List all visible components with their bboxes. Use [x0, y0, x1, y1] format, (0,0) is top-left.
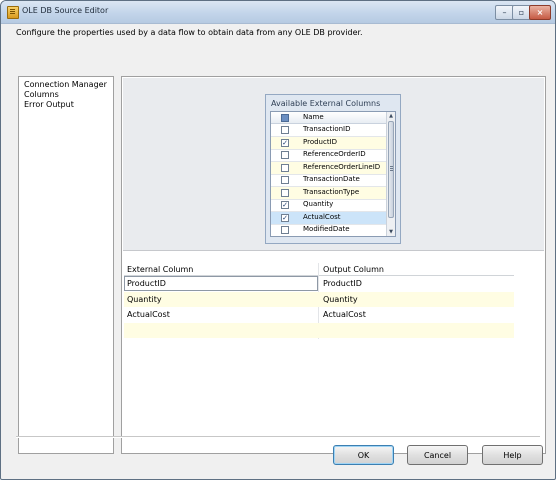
column-checkbox[interactable] — [281, 151, 289, 159]
nav-item-error-output[interactable]: Error Output — [24, 100, 74, 110]
navigation-panel: Connection Manager Columns Error Output — [18, 76, 114, 454]
external-column-cell[interactable]: ProductID — [124, 276, 316, 291]
column-checkbox[interactable]: ✓ — [281, 201, 289, 209]
available-column-row[interactable]: ReferenceOrderID — [271, 149, 386, 162]
available-external-columns-box: Available External Columns Name Transact… — [265, 94, 401, 244]
output-column-cell[interactable]: Quantity — [320, 292, 514, 307]
available-column-row[interactable]: TransactionDate — [271, 174, 386, 187]
table-row[interactable]: ProductID ProductID — [124, 276, 514, 291]
output-column-cell[interactable]: ActualCost — [320, 307, 514, 322]
window-title: OLE DB Source Editor — [22, 6, 109, 15]
external-column-cell[interactable]: Quantity — [124, 292, 316, 307]
available-column-row[interactable]: ✓ Quantity — [271, 199, 386, 212]
table-row[interactable]: ActualCost ActualCost — [124, 307, 514, 322]
available-columns-list: Name TransactionID ✓ ProductID ReferenceOrd… — [270, 111, 396, 237]
list-header: Name — [271, 112, 386, 124]
designer-area: Available External Columns Name Transact… — [123, 78, 544, 251]
grip-icon — [390, 166, 393, 167]
columns-page: Available External Columns Name Transact… — [121, 76, 546, 454]
dialog-client-area: Configure the properties used by a data … — [1, 24, 555, 479]
output-column-cell[interactable]: ProductID — [320, 276, 514, 291]
table-row[interactable]: Quantity Quantity — [124, 291, 514, 307]
column-name: TransactionDate — [303, 175, 360, 183]
list-scrollbar[interactable]: ▲ ▼ — [386, 112, 395, 236]
column-name: ProductID — [303, 137, 338, 146]
grid-header: External Column Output Column — [124, 263, 514, 276]
cancel-button[interactable]: Cancel — [407, 445, 468, 465]
footer-divider — [16, 436, 540, 438]
column-checkbox[interactable] — [281, 163, 289, 172]
external-column-cell[interactable] — [124, 323, 316, 338]
scroll-thumb[interactable] — [388, 121, 394, 218]
external-column-cell[interactable]: ActualCost — [124, 307, 316, 322]
app-icon — [7, 6, 19, 19]
column-name: ModifiedDate — [303, 225, 350, 233]
dialog-description: Configure the properties used by a data … — [16, 28, 363, 37]
column-checkbox[interactable] — [281, 226, 289, 234]
column-checkbox[interactable]: ✓ — [281, 213, 289, 222]
scroll-down-arrow-icon[interactable]: ▼ — [387, 228, 395, 236]
title-bar[interactable]: OLE DB Source Editor – ▫ × — [1, 1, 555, 24]
column-checkbox[interactable] — [281, 176, 289, 184]
column-name: ReferenceOrderLineID — [303, 162, 381, 171]
column-name: TransactionType — [303, 187, 360, 196]
column-checkbox[interactable] — [281, 126, 289, 134]
help-button[interactable]: Help — [482, 445, 543, 465]
available-column-row[interactable]: ModifiedDate — [271, 224, 386, 236]
scroll-up-arrow-icon[interactable]: ▲ — [387, 112, 395, 120]
column-name: TransactionID — [303, 125, 351, 133]
ole-db-source-editor-window: OLE DB Source Editor – ▫ × Configure the… — [0, 0, 556, 480]
column-name: ReferenceOrderID — [303, 150, 366, 158]
nav-item-connection-manager[interactable]: Connection Manager — [24, 80, 107, 90]
available-column-row[interactable]: TransactionType — [271, 186, 386, 200]
output-column-cell[interactable] — [320, 323, 514, 338]
column-checkbox[interactable]: ✓ — [281, 138, 289, 147]
column-checkbox[interactable] — [281, 188, 289, 197]
available-column-row[interactable]: ✓ ActualCost — [271, 211, 386, 225]
ok-button[interactable]: OK — [333, 445, 394, 465]
external-column-header[interactable]: External Column — [127, 265, 193, 274]
available-column-row[interactable]: TransactionID — [271, 124, 386, 137]
available-column-row[interactable]: ✓ ProductID — [271, 136, 386, 150]
select-all-checkbox[interactable] — [281, 114, 289, 122]
output-column-header[interactable]: Output Column — [323, 265, 384, 274]
available-column-row[interactable]: ReferenceOrderLineID — [271, 161, 386, 175]
list-header-name: Name — [303, 113, 324, 121]
nav-item-columns[interactable]: Columns — [24, 90, 59, 100]
column-name: Quantity — [303, 200, 334, 208]
close-button[interactable]: × — [529, 5, 551, 20]
column-name: ActualCost — [303, 212, 341, 221]
table-row[interactable] — [124, 322, 514, 338]
available-columns-title: Available External Columns — [271, 99, 381, 108]
column-mapping-grid: External Column Output Column ProductID P… — [124, 263, 514, 339]
